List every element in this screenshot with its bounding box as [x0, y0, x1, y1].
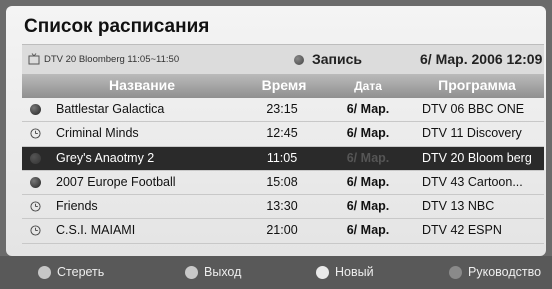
delete-label: Стереть: [57, 265, 105, 279]
row-program: DTV 13 NBC: [422, 199, 495, 214]
row-name: Criminal Minds: [56, 126, 139, 141]
col-date: Дата: [354, 79, 382, 93]
table-row[interactable]: Friends 13:30 6/ Мар. DTV 13 NBC: [22, 195, 544, 220]
record-label: Запись: [312, 51, 363, 67]
row-date: 6/ Мар.: [346, 150, 390, 165]
row-name: C.S.I. MAIAMI: [56, 223, 136, 238]
page-title: Список расписания: [24, 16, 210, 37]
table-header: Название Время Дата Программа: [22, 74, 544, 98]
table-row[interactable]: Battlestar Galactica 23:15 6/ Мар. DTV 0…: [22, 98, 544, 123]
row-program: DTV 11 Discovery: [422, 126, 522, 141]
exit-label: Выход: [204, 265, 242, 279]
current-datetime: 6/ Мар. 2006 12:09: [420, 51, 543, 67]
table-row-selected[interactable]: Grey's Anaotmy 2 11:05 6/ Мар. DTV 20 Bl…: [22, 146, 544, 171]
row-date: 6/ Мар.: [346, 126, 390, 141]
row-date: 6/ Мар.: [346, 102, 390, 116]
clock-icon: [30, 225, 41, 237]
table-row[interactable]: C.S.I. MAIAMI 21:00 6/ Мар. DTV 42 ESPN: [22, 219, 544, 244]
row-time: 21:00: [266, 223, 298, 238]
row-program: DTV 06 BBC ONE: [422, 102, 525, 116]
current-channel: DTV 20 Bloomberg 11:05~11:50: [44, 54, 180, 65]
row-time: 12:45: [266, 126, 298, 141]
tv-icon: [28, 53, 40, 65]
row-name: Friends: [56, 199, 98, 214]
record-dot-icon: [30, 152, 41, 164]
row-program: DTV 42 ESPN: [422, 223, 502, 238]
record-dot-icon: [30, 104, 41, 115]
clock-icon: [30, 128, 41, 139]
table-row[interactable]: Criminal Minds 12:45 6/ Мар. DTV 11 Disc…: [22, 122, 544, 147]
table-row[interactable]: 2007 Europe Football 15:08 6/ Мар. DTV 4…: [22, 171, 544, 196]
row-date: 6/ Мар.: [346, 199, 390, 214]
col-program: Программа: [438, 77, 516, 93]
row-time: 23:15: [266, 102, 298, 116]
row-time: 15:08: [266, 174, 298, 189]
exit-color-icon: [185, 266, 198, 279]
row-date: 6/ Мар.: [346, 223, 390, 238]
row-program: DTV 43 Cartoon...: [422, 174, 523, 189]
schedule-panel: Список расписания DTV 20 Bloomberg 11:05…: [6, 6, 546, 256]
record-dot-icon: [294, 55, 304, 65]
schedule-table: Battlestar Galactica 23:15 6/ Мар. DTV 0…: [22, 98, 544, 244]
col-name: Название: [108, 77, 176, 93]
guide-color-icon: [449, 266, 462, 279]
new-color-icon: [316, 266, 329, 279]
row-program: DTV 20 Bloom berg: [422, 150, 532, 165]
footer-bar: Стереть Выход Новый Руководство: [0, 256, 552, 289]
row-time: 11:05: [266, 150, 298, 165]
row-name: 2007 Europe Football: [56, 174, 176, 189]
clock-icon: [30, 201, 41, 212]
record-dot-icon: [30, 176, 41, 188]
current-info-bar: DTV 20 Bloomberg 11:05~11:50 Запись 6/ М…: [22, 44, 544, 76]
row-time: 13:30: [266, 199, 298, 214]
guide-label: Руководство: [468, 265, 542, 279]
new-label: Новый: [335, 265, 374, 279]
row-name: Battlestar Galactica: [56, 102, 165, 116]
row-name: Grey's Anaotmy 2: [56, 150, 155, 165]
col-time: Время: [261, 77, 307, 93]
row-date: 6/ Мар.: [346, 174, 390, 189]
delete-color-icon: [38, 266, 51, 279]
